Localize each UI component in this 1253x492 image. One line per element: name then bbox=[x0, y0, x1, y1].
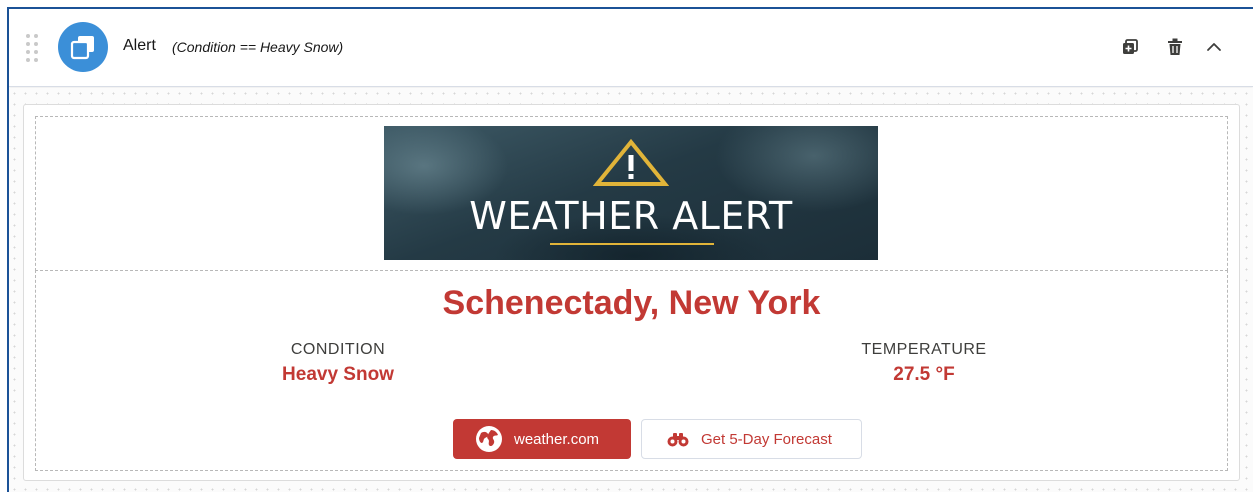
temperature-label: TEMPERATURE bbox=[861, 341, 987, 358]
weather-com-label: weather.com bbox=[514, 430, 600, 448]
warning-triangle-icon bbox=[593, 138, 669, 186]
drag-handle-icon[interactable] bbox=[26, 34, 40, 62]
binoculars-icon bbox=[667, 433, 689, 447]
condition-expression: (Condition == Heavy Snow) bbox=[172, 39, 344, 55]
temperature-value: 27.5 °F bbox=[893, 364, 955, 385]
forecast-label: Get 5-Day Forecast bbox=[701, 430, 832, 448]
component-header: Alert (Condition == Heavy Snow) bbox=[9, 9, 1253, 87]
condition-label: CONDITION bbox=[290, 341, 386, 358]
condition-value: Heavy Snow bbox=[282, 364, 394, 385]
weather-com-button[interactable]: weather.com bbox=[453, 419, 631, 459]
stacked-squares-icon bbox=[58, 22, 108, 72]
weather-alert-banner: WEATHER ALERT bbox=[384, 126, 878, 260]
globe-icon bbox=[476, 426, 502, 452]
forecast-button[interactable]: Get 5-Day Forecast bbox=[641, 419, 862, 459]
component-title: Alert bbox=[123, 37, 156, 54]
banner-title: WEATHER ALERT bbox=[469, 194, 793, 238]
chevron-up-icon[interactable] bbox=[1202, 35, 1226, 59]
banner-underline bbox=[550, 243, 714, 245]
delete-icon[interactable] bbox=[1163, 35, 1187, 59]
clone-icon[interactable] bbox=[1118, 35, 1142, 59]
city-heading: Schenectady, New York bbox=[442, 284, 821, 322]
